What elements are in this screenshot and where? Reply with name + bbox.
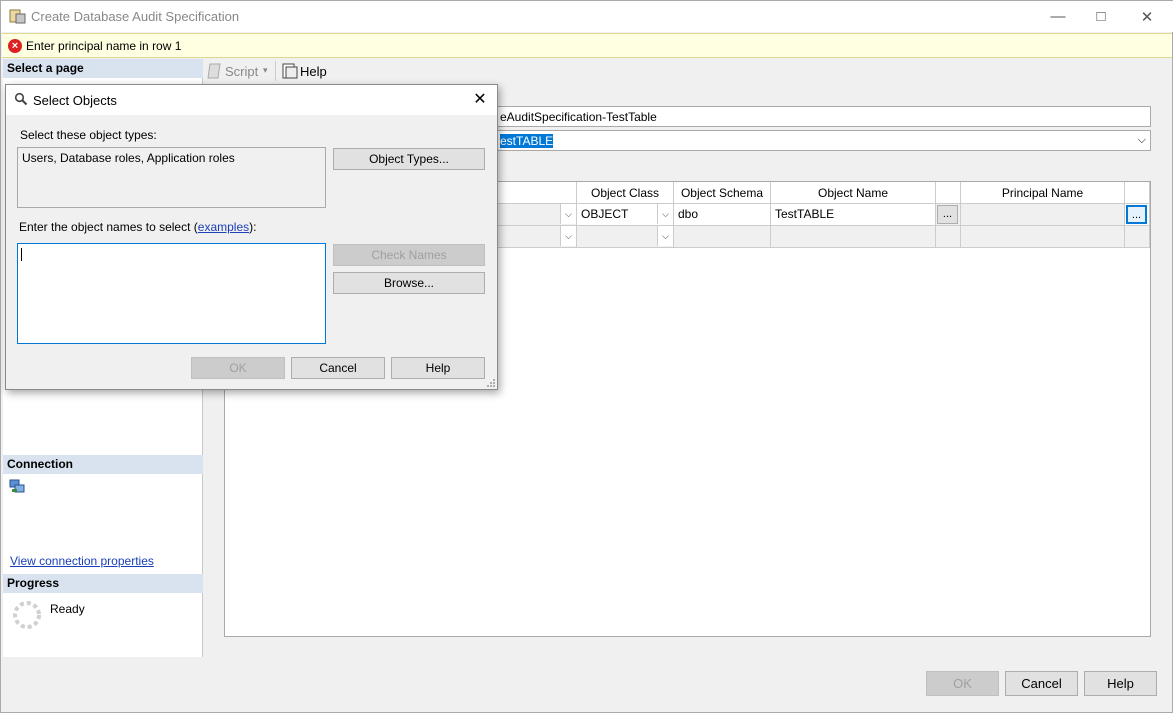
object-names-label-suffix: ): (249, 220, 257, 234)
ellipsis-button[interactable]: ... (937, 205, 958, 224)
table-row-1-principal-browse: ... (1125, 204, 1150, 226)
object-names-label: Enter the object names to select (exampl… (19, 220, 256, 234)
dialog-title-bar: Select Objects ✕ (6, 85, 497, 115)
help-button[interactable]: Help (300, 64, 327, 79)
grid-header-object-name: Object Name (771, 182, 936, 204)
text-cursor (21, 248, 22, 262)
title-bar: Create Database Audit Specification — □ … (1, 1, 1173, 32)
grid-header-object-schema: Object Schema (674, 182, 771, 204)
name-field[interactable]: eAuditSpecification-TestTable (481, 106, 1151, 127)
table-row-1-principal-name[interactable] (961, 204, 1125, 226)
table-row-2-object-schema[interactable] (674, 226, 771, 248)
select-page-header: Select a page (3, 59, 203, 78)
browse-button[interactable]: Browse... (333, 272, 485, 294)
dialog-help-button[interactable]: Help (391, 357, 485, 379)
toolbar: Script ▾ Help (204, 59, 1172, 83)
chevron-down-icon: ⌵ (1137, 134, 1146, 146)
table-row-1-object-schema[interactable]: dbo (674, 204, 771, 226)
window-title: Create Database Audit Specification (31, 9, 240, 24)
select-objects-dialog: Select Objects ✕ Select these object typ… (5, 84, 498, 390)
table-row-1-object-name[interactable]: TestTABLE (771, 204, 936, 226)
resize-grip-icon[interactable] (486, 377, 496, 387)
chevron-down-icon[interactable]: ⌵ (657, 226, 673, 246)
check-names-button[interactable]: Check Names (333, 244, 485, 266)
error-icon: × (8, 39, 22, 53)
error-bar: × Enter principal name in row 1 (2, 33, 1172, 58)
connection-icon (9, 478, 25, 494)
main-window: Create Database Audit Specification — □ … (0, 0, 1173, 713)
toolbar-divider (275, 61, 276, 81)
dialog-title: Select Objects (33, 93, 117, 108)
object-types-value: Users, Database roles, Application roles (22, 151, 235, 165)
connection-header: Connection (3, 455, 203, 474)
grid-header-object-class: Object Class (577, 182, 674, 204)
grid-header-spacer (936, 182, 961, 204)
minimize-icon[interactable]: — (1035, 1, 1081, 32)
table-row-1-object-browse: ... (936, 204, 961, 226)
name-value: eAuditSpecification-TestTable (500, 110, 657, 124)
table-row-2-principal-name[interactable] (961, 226, 1125, 248)
audit-dropdown[interactable]: estTABLE ⌵ (481, 130, 1151, 151)
view-connection-properties-link[interactable]: View connection properties (10, 554, 154, 568)
close-icon[interactable]: ✕ (468, 89, 492, 109)
help-button[interactable]: Help (1084, 671, 1157, 696)
ok-button[interactable]: OK (926, 671, 999, 696)
chevron-down-icon[interactable]: ⌵ (560, 226, 576, 246)
object-names-label-prefix: Enter the object names to select ( (19, 220, 198, 234)
table-row-2-principal-browse[interactable] (1125, 226, 1150, 248)
object-names-input[interactable] (17, 243, 326, 344)
close-icon[interactable]: ✕ (1124, 1, 1170, 32)
table-row-2-object-class[interactable]: ⌵ (577, 226, 674, 248)
maximize-icon[interactable]: □ (1078, 1, 1124, 32)
script-button[interactable]: Script (225, 64, 258, 79)
error-message: Enter principal name in row 1 (26, 39, 182, 53)
object-types-field: Users, Database roles, Application roles (17, 147, 326, 208)
audit-selected-value: estTABLE (500, 134, 554, 148)
dialog-ok-button[interactable]: OK (191, 357, 285, 379)
table-row-1-object-class[interactable]: OBJECT ⌵ (577, 204, 674, 226)
progress-status: Ready (50, 602, 85, 616)
chevron-down-icon[interactable]: ⌵ (560, 204, 576, 224)
search-icon (14, 92, 28, 106)
help-icon (281, 62, 299, 80)
chevron-down-icon[interactable]: ⌵ (657, 204, 673, 224)
table-row-2-object-browse[interactable] (936, 226, 961, 248)
cancel-button[interactable]: Cancel (1005, 671, 1078, 696)
progress-spinner-icon (11, 599, 43, 631)
grid-header-spacer-2 (1125, 182, 1150, 204)
script-icon (206, 62, 224, 80)
object-types-button[interactable]: Object Types... (333, 148, 485, 170)
progress-header: Progress (3, 574, 203, 593)
examples-link[interactable]: examples (198, 220, 249, 234)
script-dropdown-icon[interactable]: ▾ (263, 65, 268, 76)
app-icon (9, 8, 26, 25)
table-row-2-object-name[interactable] (771, 226, 936, 248)
object-types-label: Select these object types: (20, 128, 157, 142)
dialog-cancel-button[interactable]: Cancel (291, 357, 385, 379)
object-class-value: OBJECT (581, 207, 629, 221)
ellipsis-button[interactable]: ... (1126, 205, 1147, 224)
grid-header-principal-name: Principal Name (961, 182, 1125, 204)
